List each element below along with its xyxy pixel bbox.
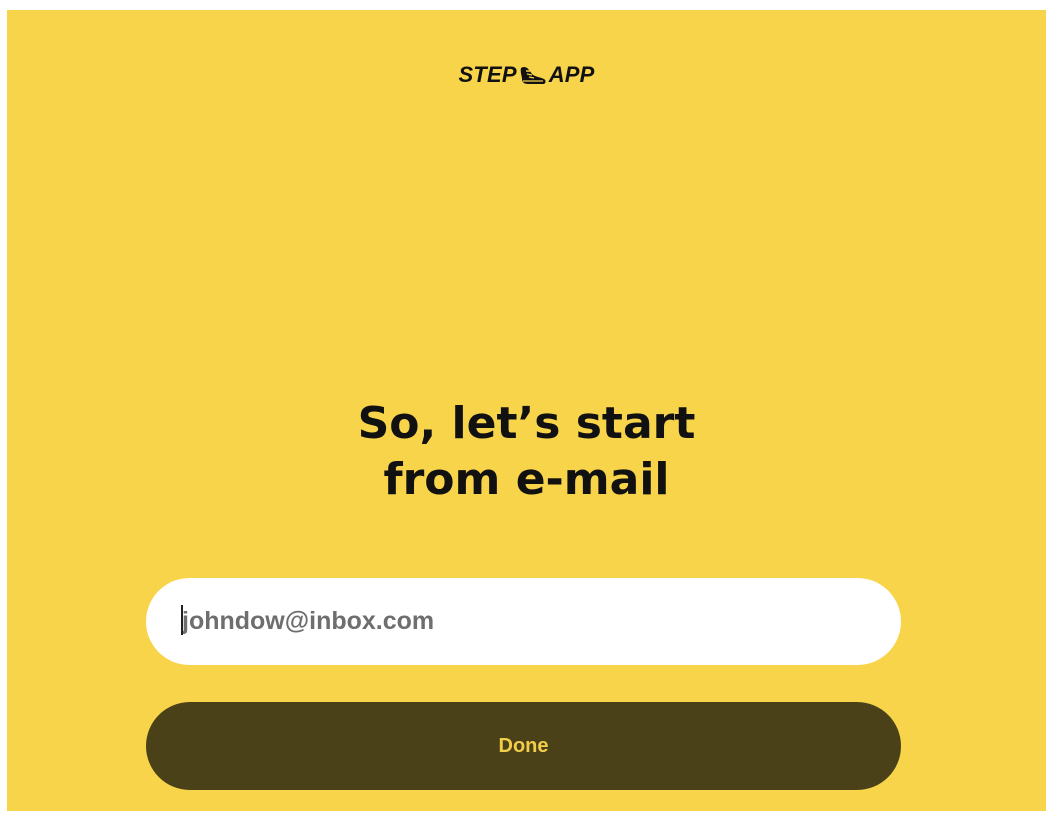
brand-logo-right-text: APP [548, 62, 595, 87]
email-field[interactable] [146, 578, 901, 665]
email-input[interactable] [182, 607, 842, 636]
page-title-line-1: So, let’s start [357, 398, 696, 449]
text-caret [181, 605, 183, 635]
sneaker-icon [518, 64, 548, 86]
page-title: So, let’s start from e-mail [7, 396, 1046, 508]
brand-logo-left-text: STEP [458, 62, 517, 87]
page-title-line-2: from e-mail [383, 454, 670, 505]
brand-logo: STEP APP [7, 62, 1046, 88]
email-onboarding-screen: STEP APP So, let’s start from e-mail Don… [7, 10, 1046, 811]
done-button[interactable]: Done [146, 702, 901, 790]
